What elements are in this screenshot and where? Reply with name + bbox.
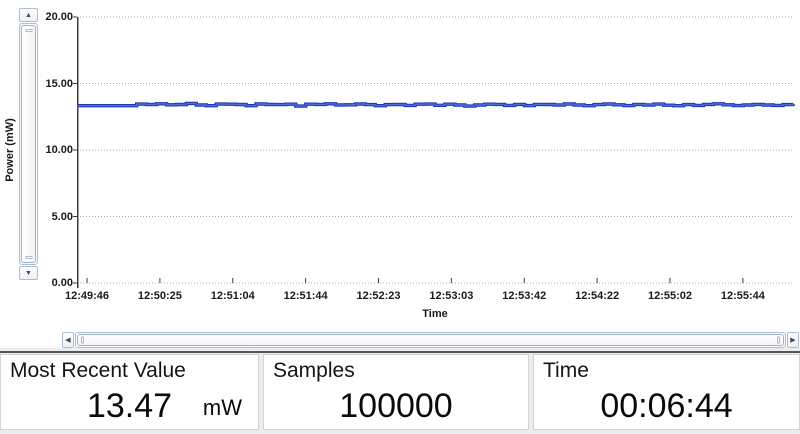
x-tick-label: 12:54:22 (563, 289, 631, 303)
y-tick-label: 20.00 (42, 10, 73, 24)
scroll-down-button[interactable]: ▼ (19, 266, 38, 280)
stat-label: Most Recent Value (1, 355, 258, 384)
x-axis-title: Time (77, 308, 793, 320)
triangle-right-icon: ▶ (790, 337, 795, 344)
scroll-up-button[interactable]: ▲ (19, 8, 38, 22)
vertical-scrollbar[interactable]: ▲ ▼ (19, 8, 38, 280)
y-axis-labels: 0.005.0010.0015.0020.00 (42, 17, 73, 283)
stat-value: 00:06:44 (600, 387, 732, 425)
scroll-left-button[interactable]: ◀ (62, 332, 74, 348)
x-tick-label: 12:53:42 (490, 289, 558, 303)
stat-panel-most-recent-value: Most Recent Value 13.47 mW (0, 354, 259, 430)
stat-label: Samples (264, 355, 528, 384)
stat-unit: mW (203, 386, 242, 430)
horizontal-scrollbar[interactable]: ◀ ▶ (62, 332, 799, 348)
thumb-grip (81, 337, 84, 344)
stat-value-row: 00:06:44 (534, 384, 799, 434)
x-tick-label: 12:52:23 (345, 289, 413, 303)
vertical-scrollbar-thumb[interactable] (21, 25, 36, 263)
x-tick-label: 12:51:44 (272, 289, 340, 303)
thumb-grip (25, 256, 32, 259)
power-monitor-app: Power (mW) ▲ ▼ 0.00 5.00 10.00 15.00 20.00 1… (0, 0, 800, 434)
y-tick-label: 10.00 (42, 143, 73, 157)
thumb-grip (777, 337, 780, 344)
horizontal-scrollbar-thumb[interactable] (77, 334, 784, 346)
x-tick-label: 12:51:04 (199, 289, 267, 303)
stats-bar-top-border (0, 351, 800, 353)
horizontal-scrollbar-track[interactable] (75, 332, 786, 348)
x-axis-labels: 12:49:4612:50:2512:51:0412:51:4412:52:23… (77, 289, 793, 303)
x-tick-label: 12:53:03 (417, 289, 485, 303)
plot-area (77, 17, 793, 283)
stat-value-row: 100000 (264, 384, 528, 434)
stat-panel-samples: Samples 100000 (263, 354, 529, 430)
x-tick-label: 12:49:46 (53, 289, 121, 303)
stat-label: Time (534, 355, 799, 384)
stats-bar: Most Recent Value 13.47 mW Samples 10000… (0, 348, 800, 434)
triangle-up-icon: ▲ (25, 12, 32, 19)
thumb-grip (25, 29, 32, 32)
triangle-left-icon: ◀ (65, 337, 70, 344)
x-tick-label: 12:50:25 (126, 289, 194, 303)
stat-value-row: 13.47 mW (1, 384, 258, 434)
y-tick-label: 0.00 (42, 276, 73, 290)
stat-value: 13.47 (87, 387, 172, 425)
x-tick-label: 12:55:44 (709, 289, 777, 303)
triangle-down-icon: ▼ (25, 270, 32, 277)
y-tick-label: 15.00 (42, 77, 73, 91)
vertical-scrollbar-track[interactable] (19, 23, 38, 265)
y-tick-label: 5.00 (42, 210, 73, 224)
x-tick-label: 12:55:02 (636, 289, 704, 303)
y-axis-title: Power (mW) (4, 118, 16, 182)
stat-value: 100000 (339, 387, 452, 425)
scroll-right-button[interactable]: ▶ (787, 332, 799, 348)
stat-panel-time: Time 00:06:44 (533, 354, 800, 430)
power-line-chart (77, 17, 793, 283)
